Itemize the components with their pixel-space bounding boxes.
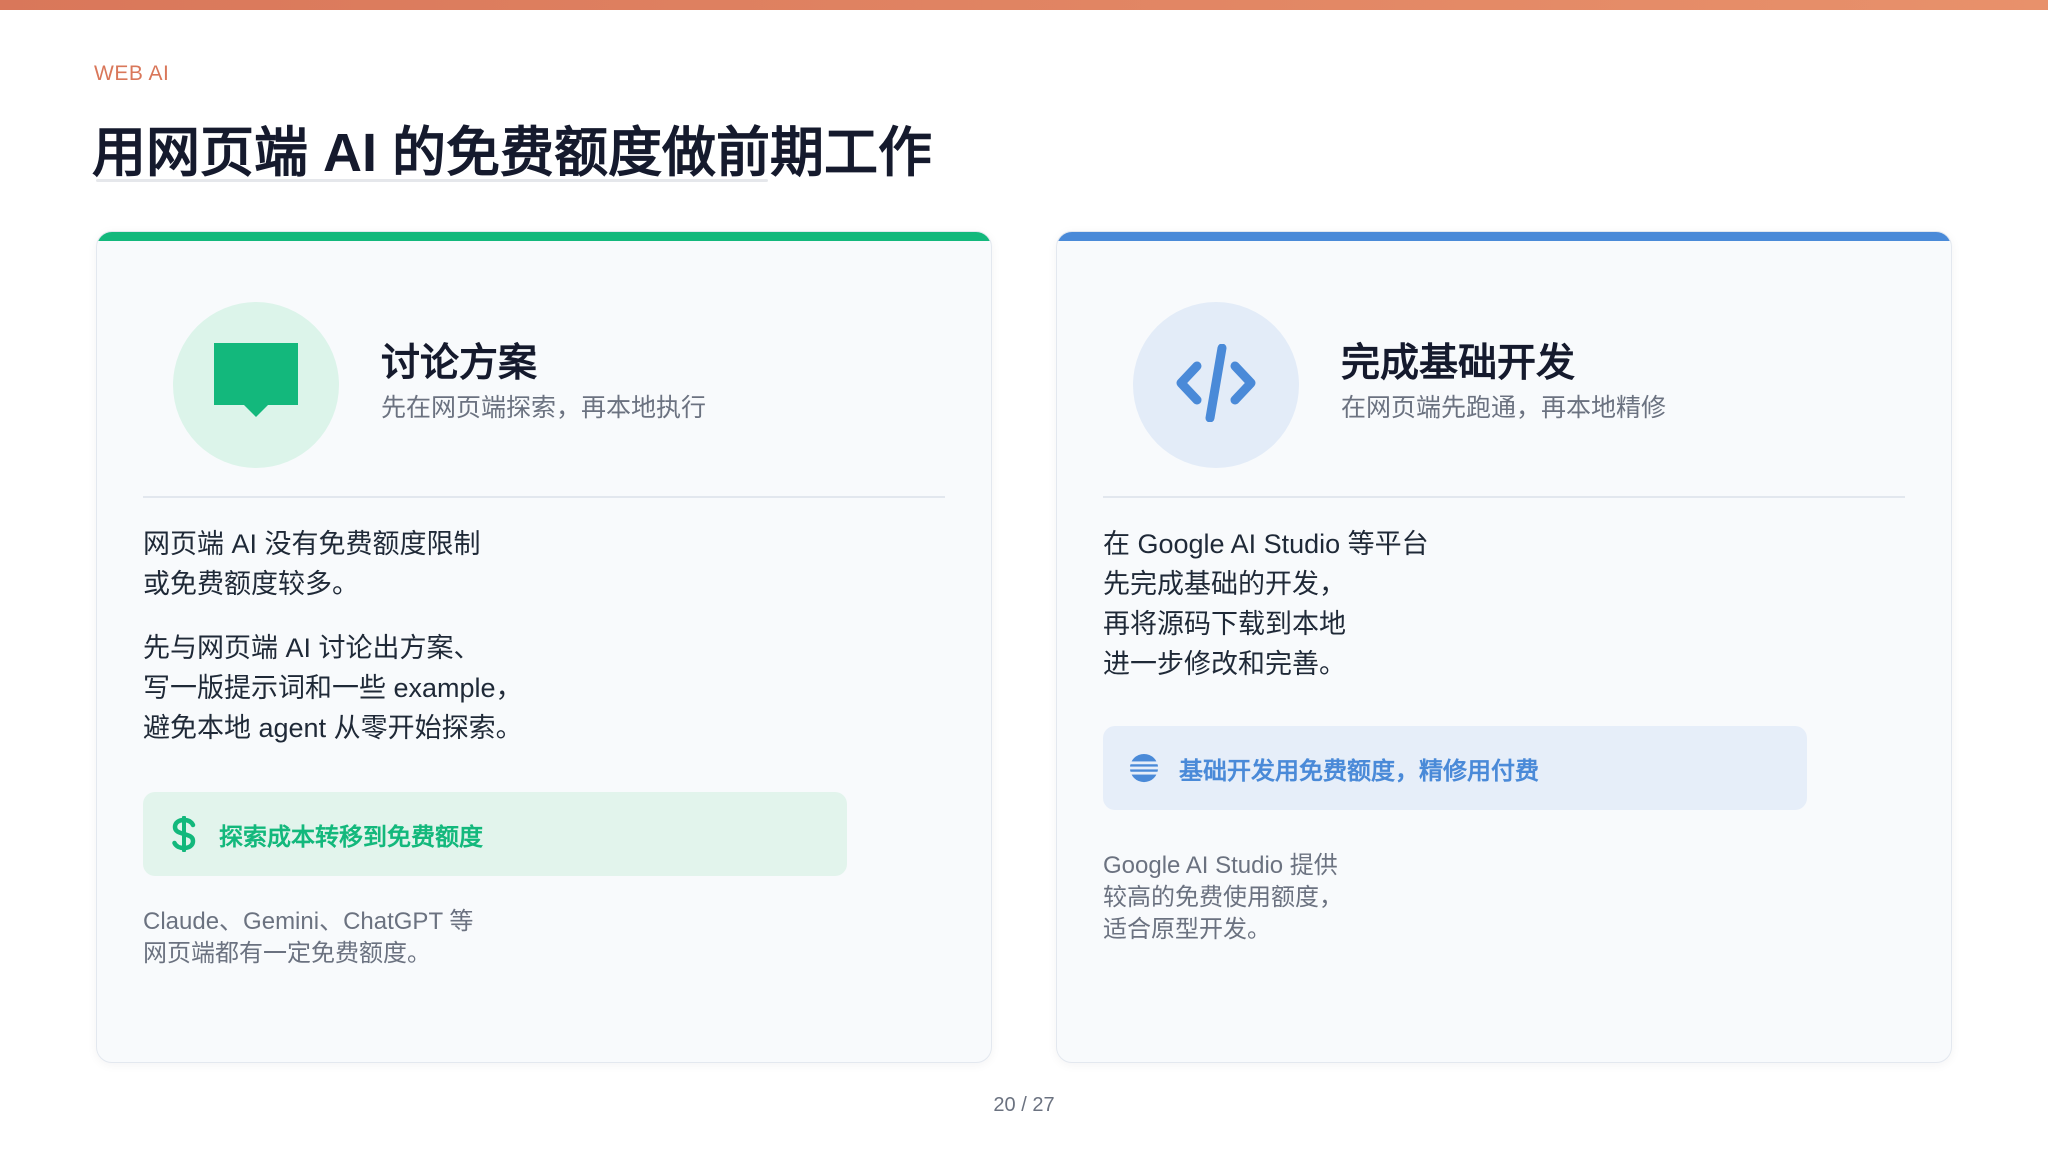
card-basic-development: 完成基础开发 在网页端先跑通，再本地精修 在 Google AI Studio … <box>1056 231 1952 1063</box>
section-eyebrow: WEB AI <box>94 62 170 85</box>
paragraph-line: 先与网页端 AI 讨论出方案、 <box>143 633 481 663</box>
card-callout: 探索成本转移到免费额度 <box>143 792 847 876</box>
paragraph-line: 在 Google AI Studio 等平台 <box>1103 529 1429 559</box>
paragraph-line: 网页端 AI 没有免费额度限制 <box>143 529 481 559</box>
card-paragraph: 网页端 AI 没有免费额度限制 或免费额度较多。 <box>143 524 481 604</box>
card-icon-circle <box>173 302 339 468</box>
card-callout: 基础开发用免费额度，精修用付费 <box>1103 726 1807 810</box>
code-icon <box>1173 343 1259 427</box>
paragraph-line: 或免费额度较多。 <box>143 569 359 599</box>
card-note: Claude、Gemini、ChatGPT 等 网页端都有一定免费额度。 <box>143 906 473 970</box>
card-icon-circle <box>1133 302 1299 468</box>
card-paragraph: 在 Google AI Studio 等平台 先完成基础的开发， 再将源码下载到… <box>1103 524 1429 684</box>
dollar-icon <box>169 816 199 852</box>
page-number: 20 / 27 <box>993 1094 1055 1116</box>
note-line: Claude、Gemini、ChatGPT 等 <box>143 908 474 935</box>
card-accent-bar <box>1057 232 1951 241</box>
note-line: Google AI Studio 提供 <box>1103 852 1338 879</box>
card-paragraph: 先与网页端 AI 讨论出方案、 写一版提示词和一些 example， 避免本地 … <box>143 628 523 748</box>
paragraph-line: 避免本地 agent 从零开始探索。 <box>143 713 523 743</box>
title-underline <box>96 179 768 182</box>
card-divider <box>143 496 945 498</box>
page-title: 用网页端 AI 的免费额度做前期工作 <box>92 123 933 183</box>
top-accent-bar <box>0 0 2048 10</box>
note-line: 较高的免费使用额度， <box>1103 884 1343 911</box>
note-line: 网页端都有一定免费额度。 <box>143 940 431 967</box>
chat-bubble-icon <box>214 342 298 428</box>
card-note: Google AI Studio 提供 较高的免费使用额度， 适合原型开发。 <box>1103 850 1343 946</box>
card-title: 讨论方案 <box>381 342 538 385</box>
callout-text: 基础开发用免费额度，精修用付费 <box>1179 757 1539 785</box>
note-line: 适合原型开发。 <box>1103 916 1271 943</box>
paragraph-line: 进一步修改和完善。 <box>1103 649 1346 679</box>
card-subtitle: 在网页端先跑通，再本地精修 <box>1341 394 1667 422</box>
card-divider <box>1103 496 1905 498</box>
card-title: 完成基础开发 <box>1341 342 1576 385</box>
card-accent-bar <box>97 232 991 241</box>
paragraph-line: 先完成基础的开发， <box>1103 569 1346 599</box>
paragraph-line: 写一版提示词和一些 example， <box>143 673 523 703</box>
card-subtitle: 先在网页端探索，再本地执行 <box>381 394 707 422</box>
layers-icon <box>1129 751 1159 785</box>
paragraph-line: 再将源码下载到本地 <box>1103 609 1346 639</box>
callout-text: 探索成本转移到免费额度 <box>219 823 483 851</box>
card-discuss-plan: 讨论方案 先在网页端探索，再本地执行 网页端 AI 没有免费额度限制 或免费额度… <box>96 231 992 1063</box>
